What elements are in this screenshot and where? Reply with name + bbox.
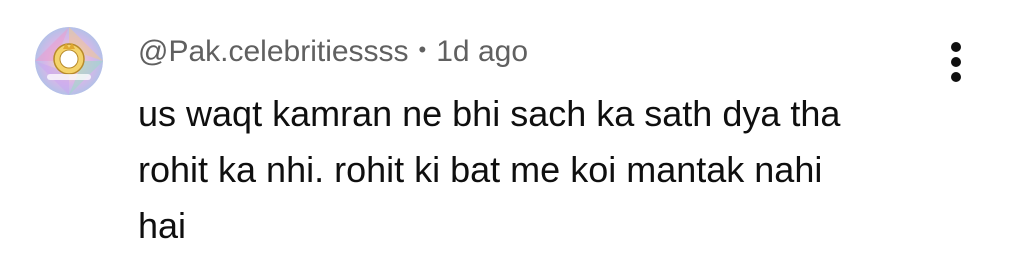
- avatar-image-icon: [35, 27, 103, 95]
- more-vertical-icon: [951, 72, 961, 82]
- more-options-button[interactable]: [936, 38, 976, 86]
- comment-item: @Pak.celebritiessss • 1d ago us waqt kam…: [0, 0, 1024, 264]
- comment-timestamp: 1d ago: [436, 35, 529, 68]
- meta-separator: •: [418, 37, 427, 62]
- comment-text-line: hai: [138, 205, 187, 246]
- comment-text-line: us waqt kamran ne bhi sach ka sath dya t…: [138, 93, 841, 134]
- comment-meta: @Pak.celebritiessss • 1d ago: [138, 31, 528, 73]
- more-vertical-icon: [951, 42, 961, 52]
- comment-text-line: rohit ka nhi. rohit ki bat me koi mantak…: [138, 149, 823, 190]
- avatar[interactable]: [35, 27, 103, 95]
- comment-text: us waqt kamran ne bhi sach ka sath dya t…: [138, 86, 938, 254]
- author-handle[interactable]: @Pak.celebritiessss: [138, 35, 409, 69]
- more-vertical-icon: [951, 57, 961, 67]
